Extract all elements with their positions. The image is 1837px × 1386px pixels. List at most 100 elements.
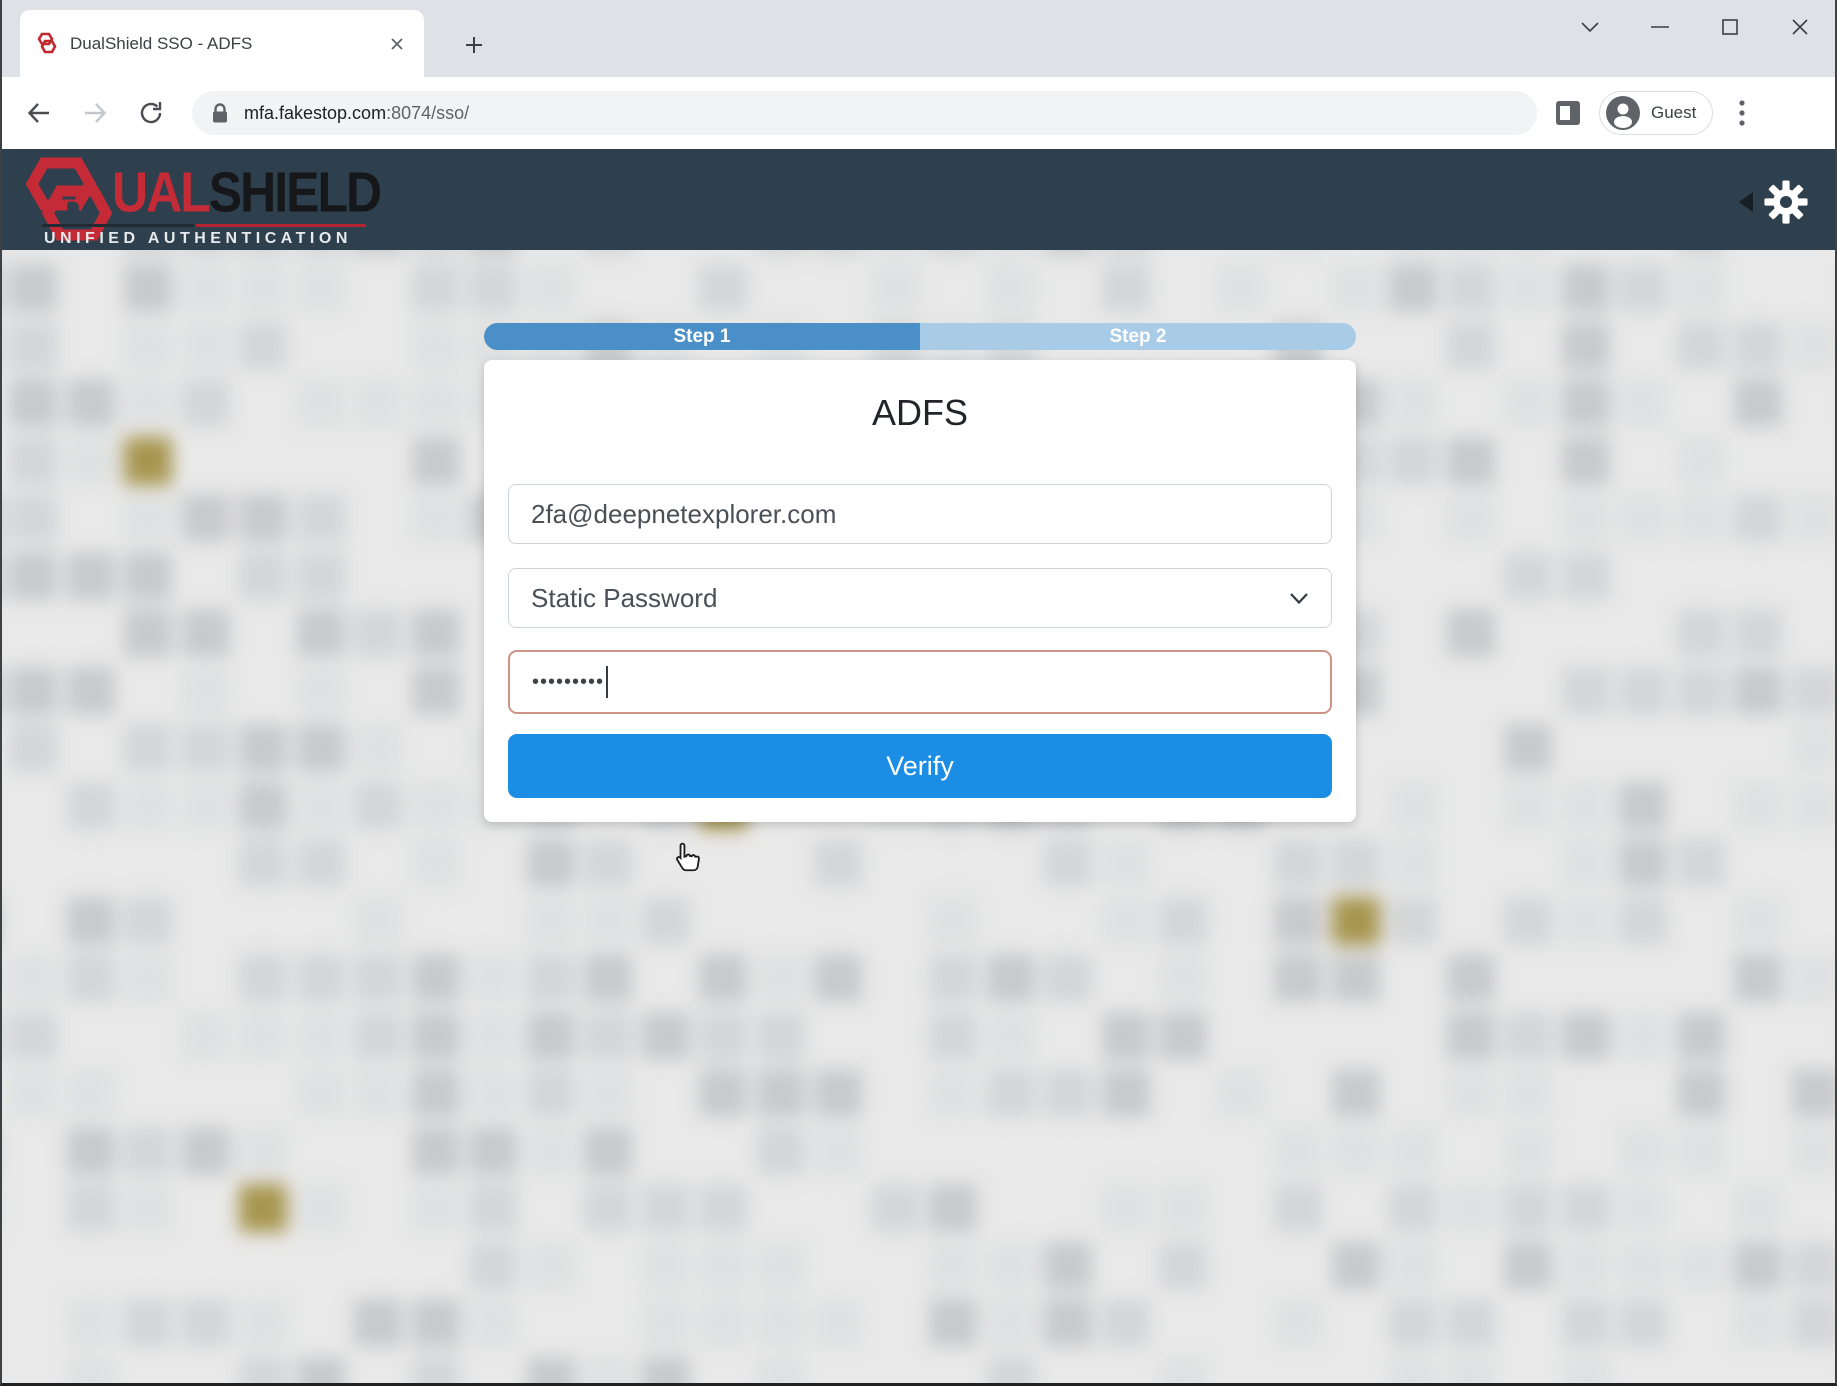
- mosaic-square: [1562, 1299, 1610, 1347]
- mosaic-square: [67, 437, 115, 485]
- mosaic-square: [1447, 494, 1495, 542]
- mosaic-square: [987, 1299, 1035, 1347]
- mosaic-square: [412, 322, 460, 370]
- reload-button[interactable]: [134, 96, 168, 130]
- mosaic-square: [67, 782, 115, 830]
- dualshield-logo: UALSHIELD UNIFIED AUTHENTICATION: [14, 153, 394, 249]
- mosaic-square: [124, 250, 172, 255]
- address-bar[interactable]: mfa.fakestop.com:8074/sso/: [192, 91, 1537, 135]
- mosaic-square: [1619, 1184, 1667, 1232]
- mosaic-square: [1619, 667, 1667, 715]
- mosaic-square: [124, 954, 172, 1002]
- mosaic-square: [239, 322, 287, 370]
- mosaic-square: [1447, 322, 1495, 370]
- mosaic-square: [1677, 264, 1725, 312]
- mosaic-square: [182, 494, 230, 542]
- mosaic-square: [239, 1127, 287, 1175]
- mosaic-square: [1792, 1127, 1836, 1175]
- browser-menu-icon[interactable]: [1727, 96, 1757, 130]
- mosaic-square: [1792, 1299, 1836, 1347]
- minimize-button[interactable]: [1643, 10, 1677, 44]
- mosaic-square: [1389, 1299, 1437, 1347]
- mosaic-square: [1504, 250, 1552, 255]
- settings-gear-icon[interactable]: [1763, 179, 1809, 225]
- mosaic-square: [1389, 1357, 1437, 1386]
- mosaic-square: [469, 1012, 517, 1060]
- mosaic-square: [67, 1357, 115, 1386]
- new-tab-button[interactable]: [457, 28, 491, 62]
- mosaic-square: [527, 1242, 575, 1290]
- collapse-arrow-icon[interactable]: [1739, 192, 1753, 212]
- mosaic-square: [412, 437, 460, 485]
- tab-close-icon[interactable]: [384, 31, 410, 57]
- browser-tab[interactable]: DualShield SSO - ADFS: [20, 10, 424, 77]
- mosaic-square: [354, 1012, 402, 1060]
- mosaic-square: [412, 782, 460, 830]
- mosaic-square: [297, 839, 345, 887]
- mosaic-square: [872, 1184, 920, 1232]
- mosaic-square: [699, 1242, 747, 1290]
- step-1-label: Step 1: [673, 326, 730, 348]
- mosaic-square: [1734, 494, 1782, 542]
- mosaic-square: [1677, 250, 1725, 255]
- mosaic-square: [297, 1069, 345, 1117]
- mosaic-square: [354, 1299, 402, 1347]
- mosaic-square: [527, 954, 575, 1002]
- method-select[interactable]: Static Password: [508, 568, 1332, 628]
- browser-window: DualShield SSO - ADFS: [0, 0, 1837, 1386]
- close-window-button[interactable]: [1783, 10, 1817, 44]
- mosaic-square: [814, 1299, 862, 1347]
- password-input[interactable]: •••••••••: [508, 650, 1332, 714]
- mosaic-square: [1102, 897, 1150, 945]
- mosaic-square: [1332, 1242, 1380, 1290]
- tab-search-chevron-icon[interactable]: [1573, 10, 1607, 44]
- navigation-bar: mfa.fakestop.com:8074/sso/ Guest: [2, 77, 1835, 149]
- mosaic-square: [1734, 1184, 1782, 1232]
- mosaic-square: [1677, 322, 1725, 370]
- back-button[interactable]: [22, 96, 56, 130]
- mosaic-square: [9, 494, 57, 542]
- mosaic-square: [527, 1012, 575, 1060]
- mosaic-square: [1562, 264, 1610, 312]
- profile-button[interactable]: Guest: [1599, 91, 1713, 135]
- mosaic-square: [1389, 250, 1437, 255]
- mosaic-square: [987, 1012, 1035, 1060]
- mosaic-square: [584, 1069, 632, 1117]
- mosaic-square: [124, 782, 172, 830]
- mosaic-square: [412, 1127, 460, 1175]
- mosaic-square: [1792, 1242, 1836, 1290]
- verify-button[interactable]: Verify: [508, 734, 1332, 798]
- mosaic-square: [699, 1184, 747, 1232]
- mosaic-square: [699, 1299, 747, 1347]
- maximize-button[interactable]: [1713, 10, 1747, 44]
- mosaic-square: [1619, 379, 1667, 427]
- mosaic-square: [182, 250, 230, 255]
- identity-input[interactable]: [508, 484, 1332, 544]
- forward-button[interactable]: [78, 96, 112, 130]
- mosaic-square: [1447, 1012, 1495, 1060]
- side-panel-icon[interactable]: [1553, 98, 1583, 128]
- mosaic-square: [642, 1012, 690, 1060]
- mosaic-square: [1044, 1242, 1092, 1290]
- brand-tagline: UNIFIED AUTHENTICATION: [44, 230, 352, 248]
- mosaic-square: [1504, 1069, 1552, 1117]
- mosaic-square: [469, 1184, 517, 1232]
- mosaic-square: [354, 724, 402, 772]
- mosaic-square: [1159, 1242, 1207, 1290]
- mosaic-square: [9, 667, 57, 715]
- mosaic-square: [642, 1242, 690, 1290]
- mosaic-square: [124, 897, 172, 945]
- mosaic-square: [239, 1012, 287, 1060]
- mosaic-square: [1447, 1184, 1495, 1232]
- mosaic-square: [929, 897, 977, 945]
- mosaic-square: [124, 1127, 172, 1175]
- mosaic-square: [239, 250, 287, 255]
- mosaic-square: [1562, 1357, 1610, 1386]
- mosaic-square: [9, 264, 57, 312]
- mosaic-square: [239, 839, 287, 887]
- hand-cursor-icon: [670, 842, 704, 884]
- mosaic-square: [124, 1184, 172, 1232]
- mosaic-square: [584, 839, 632, 887]
- mosaic-square: [1102, 1299, 1150, 1347]
- mosaic-square: [1677, 839, 1725, 887]
